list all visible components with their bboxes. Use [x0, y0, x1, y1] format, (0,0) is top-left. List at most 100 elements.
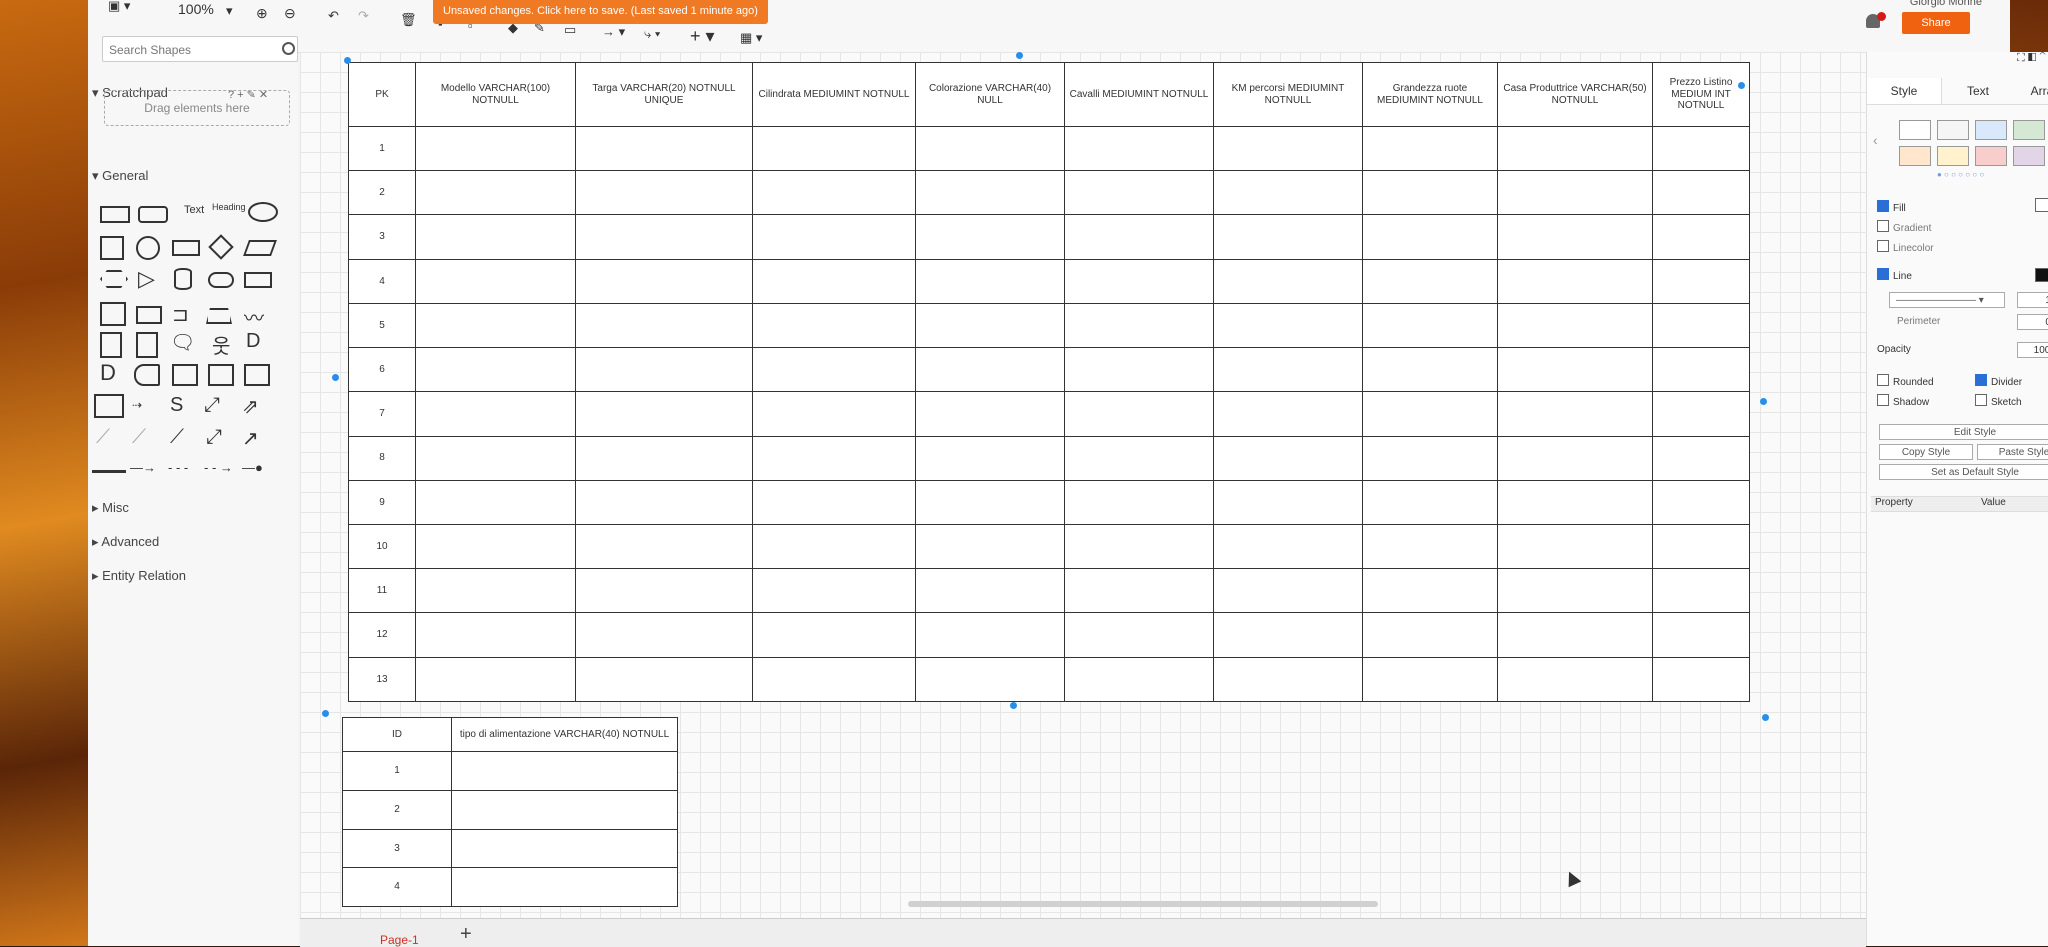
table-cell[interactable] [575, 435, 753, 481]
table-cell[interactable] [1652, 612, 1750, 658]
table-cell[interactable] [915, 302, 1065, 349]
rectangle-shape[interactable] [100, 206, 130, 223]
selection-handle-se[interactable] [1762, 714, 1769, 721]
table-cell[interactable] [915, 479, 1065, 525]
table-cell[interactable] [575, 125, 753, 172]
table-cell[interactable] [1652, 568, 1750, 614]
table-cell[interactable] [752, 302, 916, 349]
table-cell[interactable] [1213, 523, 1363, 570]
row-id-cell[interactable]: 3 [342, 828, 452, 869]
selection-handle-e[interactable] [1760, 398, 1767, 405]
row-id-cell[interactable]: 4 [348, 258, 416, 304]
selection-handle-s[interactable] [1010, 702, 1017, 709]
table-cell[interactable] [915, 612, 1065, 658]
perimeter-input[interactable]: 0 pt [2017, 314, 2048, 330]
textbox-shape[interactable]: Heading [212, 202, 246, 212]
internal-storage-shape[interactable] [100, 302, 126, 326]
table-cell[interactable] [1064, 479, 1214, 525]
table-cell[interactable] [1213, 302, 1363, 349]
link-shape[interactable]: ⇢ [132, 398, 142, 412]
style-swatch[interactable] [1975, 146, 2007, 166]
delete-icon[interactable]: 🗑 [400, 12, 417, 28]
callout-shape[interactable]: 🗨 [170, 330, 195, 355]
style-swatch[interactable] [1975, 120, 2007, 140]
table-cell[interactable] [415, 568, 576, 614]
table-cell[interactable] [752, 170, 916, 216]
table-cell[interactable] [415, 170, 576, 216]
column-header[interactable]: Targa VARCHAR(20) NOTNULL UNIQUE [575, 62, 753, 127]
general-header[interactable]: ▾ General [92, 168, 148, 184]
triangle-shape[interactable]: ▷ [138, 266, 155, 292]
table-cell[interactable] [575, 523, 753, 570]
row-id-cell[interactable]: 1 [348, 125, 416, 172]
rounded-checkbox-box[interactable] [1877, 374, 1889, 386]
line-color-box[interactable] [2035, 268, 2048, 282]
selection-handle-w[interactable] [332, 374, 339, 381]
row-id-cell[interactable]: 10 [348, 523, 416, 570]
table-cell[interactable] [575, 170, 753, 216]
table-cell[interactable] [752, 612, 916, 658]
table-cell[interactable] [1213, 258, 1363, 304]
table-cell[interactable] [1497, 479, 1653, 525]
table-cell[interactable] [1213, 125, 1363, 172]
tab-text[interactable]: Text [1941, 78, 2015, 104]
insert-icon[interactable]: + ▾ [690, 26, 715, 47]
divider-checkbox[interactable]: Divider [1975, 374, 2022, 388]
table-cell[interactable] [1497, 612, 1653, 658]
panel-controls-icon[interactable]: ⛶ ◧ ⌃ [2017, 52, 2046, 65]
user-name[interactable]: Giorgio Monne [1910, 0, 1982, 8]
table-cell[interactable] [1652, 258, 1750, 304]
table-cell[interactable] [1064, 612, 1214, 658]
cloud-shape[interactable] [208, 272, 234, 288]
tape-shape[interactable]: 〰 [244, 302, 264, 331]
style-swatch[interactable] [1937, 146, 1969, 166]
table-cell[interactable] [1362, 568, 1498, 614]
table-cell[interactable] [915, 170, 1065, 216]
table-cell[interactable] [915, 214, 1065, 260]
table-cell[interactable] [915, 656, 1065, 703]
table-cell[interactable] [1362, 523, 1498, 570]
copy-style-button[interactable]: Copy Style [1879, 444, 1973, 460]
circle-shape[interactable] [136, 236, 160, 260]
column-header[interactable]: KM percorsi MEDIUMINT NOTNULL [1213, 62, 1363, 127]
table-cell[interactable] [752, 214, 916, 260]
tab-style[interactable]: Style [1867, 78, 1942, 104]
table-cell[interactable] [451, 789, 678, 830]
table-cell[interactable] [1362, 258, 1498, 304]
gradient-checkbox-box[interactable] [1877, 220, 1889, 232]
table-cell[interactable] [575, 479, 753, 525]
sketch-checkbox[interactable]: Sketch [1975, 394, 2022, 408]
table-cell[interactable] [915, 258, 1065, 304]
data-storage-shape[interactable]: D [100, 360, 116, 386]
table-cell[interactable] [451, 867, 678, 907]
rounded-rectangle-shape[interactable] [138, 206, 168, 223]
table-cell[interactable] [1362, 391, 1498, 437]
fill-color-box[interactable] [2035, 198, 2048, 212]
opacity-input[interactable]: 100 % [2017, 342, 2048, 358]
table-cell[interactable] [915, 347, 1065, 393]
process-shape[interactable] [172, 240, 200, 256]
table-cell[interactable] [1064, 656, 1214, 703]
dashed-arrow-shape[interactable]: - - → [204, 460, 233, 475]
row-id-cell[interactable]: 7 [348, 391, 416, 437]
rounded-checkbox[interactable]: Rounded [1877, 374, 1934, 388]
linecolor-checkbox-box[interactable] [1877, 240, 1889, 252]
bidirectional-arrow-shape[interactable]: ⤢ [204, 394, 220, 417]
column-header[interactable]: Cilindrata MEDIUMINT NOTNULL [752, 62, 916, 127]
thick-line-shape[interactable] [92, 470, 126, 473]
hexagon-shape[interactable] [100, 270, 128, 288]
step-shape[interactable]: ⊐ [172, 302, 189, 327]
advanced-header[interactable]: ▸ Advanced [92, 534, 159, 550]
row-id-cell[interactable]: 12 [348, 612, 416, 658]
zoom-out-icon[interactable]: ⊖ [284, 5, 296, 22]
swatch-pager[interactable]: ● ○ ○ ○ ○ ○ ○ [1937, 170, 1984, 179]
line-checkbox[interactable]: Line [1877, 268, 1912, 282]
table-shape[interactable] [94, 394, 124, 418]
swatch-prev-icon[interactable]: ‹ [1873, 132, 1878, 148]
column-header[interactable]: ID [342, 717, 452, 752]
style-swatch[interactable] [1937, 120, 1969, 140]
shadow-icon[interactable]: ▭ [564, 22, 576, 38]
table-cell[interactable] [1652, 391, 1750, 437]
row-id-cell[interactable]: 2 [342, 789, 452, 830]
table-cell[interactable] [415, 347, 576, 393]
